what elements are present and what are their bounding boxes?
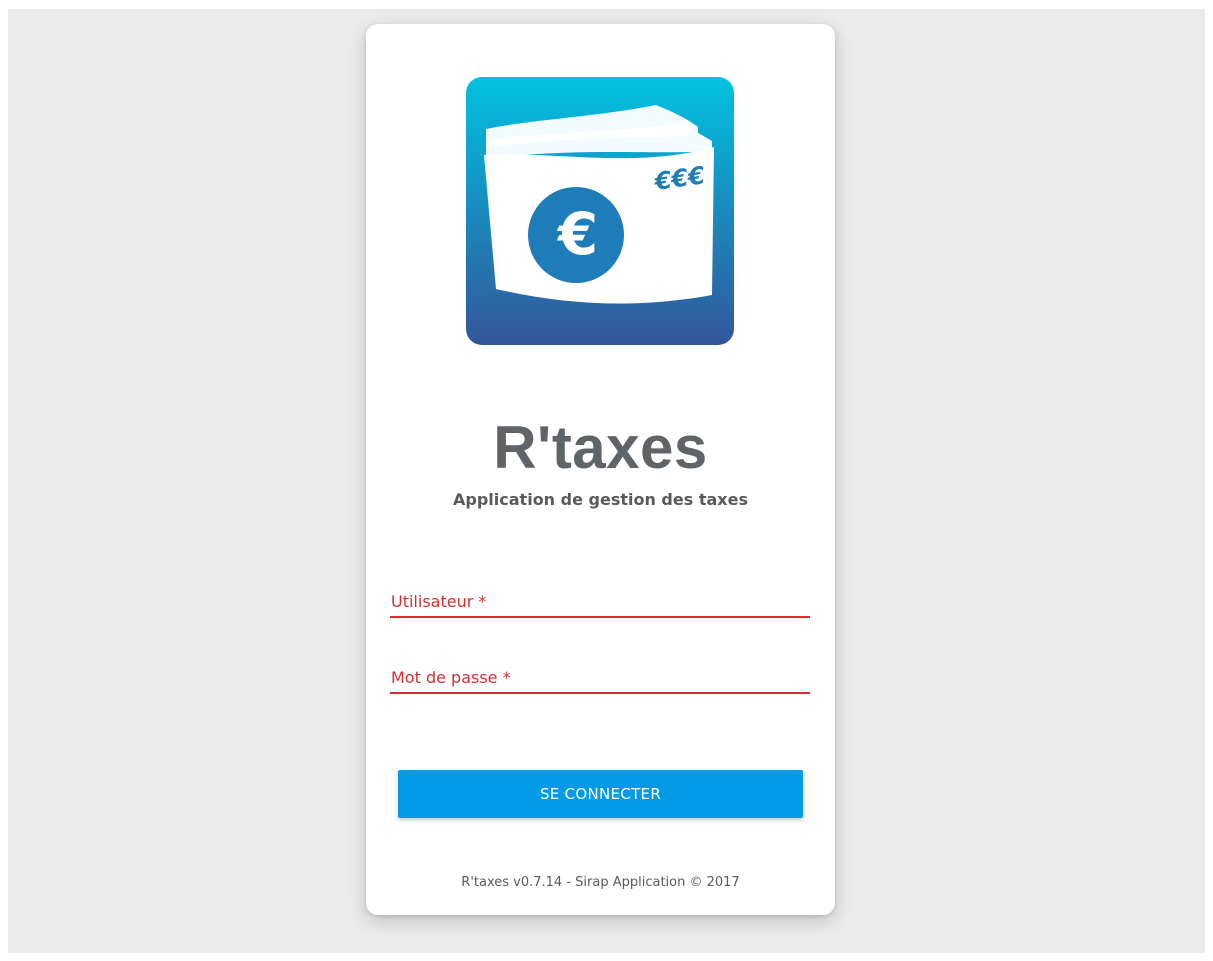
password-underline — [390, 692, 810, 694]
euro-symbol: € — [556, 200, 598, 268]
app-title: R'taxes — [493, 414, 708, 481]
username-field: Utilisateur * — [390, 584, 810, 618]
username-input[interactable] — [390, 584, 810, 618]
footer-text: R'taxes v0.7.14 - Sirap Application © 20… — [461, 875, 740, 890]
login-button[interactable]: SE CONNECTER — [398, 770, 803, 818]
app-subtitle: Application de gestion des taxes — [453, 490, 748, 509]
password-input[interactable] — [390, 660, 810, 694]
username-underline — [390, 616, 810, 618]
password-field: Mot de passe * — [390, 660, 810, 694]
euro-banknote-icon: € €€€ — [466, 77, 734, 345]
app-logo: € €€€ — [466, 77, 734, 345]
login-card: € €€€ R'taxes Application de gestion des… — [366, 24, 835, 915]
